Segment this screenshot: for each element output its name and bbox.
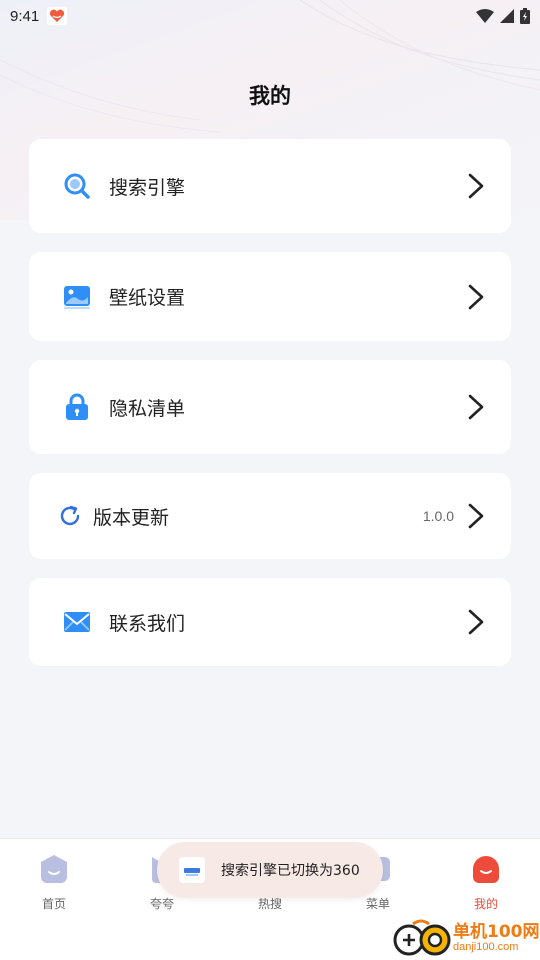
menu-item-label: 隐私清单: [109, 397, 186, 420]
app-notification-icon: [47, 7, 68, 25]
mail-icon: [63, 608, 91, 636]
tab-home[interactable]: 首页: [14, 853, 94, 912]
version-value: 1.0.0: [422, 508, 454, 524]
menu-item-label: 版本更新: [93, 506, 170, 529]
toast-message: 搜索引擎已切换为360: [221, 863, 360, 879]
watermark-logo-icon: [393, 918, 451, 958]
profile-icon: [473, 856, 499, 883]
tab-label: 首页: [41, 897, 66, 911]
signal-icon: [500, 9, 514, 23]
menu-item-wallpaper[interactable]: 壁纸设置: [29, 252, 511, 341]
tab-profile[interactable]: 我的: [446, 853, 526, 912]
wifi-icon: [476, 9, 494, 23]
chevron-right-icon: [468, 173, 484, 199]
refresh-icon: [56, 502, 84, 530]
status-indicators: [476, 8, 530, 24]
wallpaper-icon: [63, 283, 91, 311]
search-icon: [63, 172, 91, 200]
menu-item-search-engine[interactable]: 搜索引擎: [29, 139, 511, 233]
menu-item-label: 壁纸设置: [109, 287, 186, 309]
battery-icon: [520, 8, 530, 24]
chevron-right-icon: [468, 503, 484, 529]
menu-item-contact-us[interactable]: 联系我们: [29, 578, 511, 666]
lock-icon: [63, 393, 91, 421]
watermark-name: 单机100网: [453, 922, 540, 942]
menu-item-label: 搜索引擎: [109, 176, 186, 199]
chevron-right-icon: [468, 394, 484, 420]
chevron-right-icon: [468, 284, 484, 309]
menu-item-label: 联系我们: [109, 612, 186, 635]
page-title: 我的: [249, 84, 291, 108]
menu-item-privacy-list[interactable]: 隐私清单: [29, 360, 511, 454]
tab-label: 我的: [473, 897, 498, 911]
watermark: 单机100网 danji100.com: [393, 916, 540, 960]
home-icon: [41, 855, 67, 883]
toast-notification: 搜索引擎已切换为360: [157, 842, 383, 898]
menu-item-version-update[interactable]: 版本更新 1.0.0: [29, 473, 511, 559]
status-time: 9:41: [10, 7, 40, 25]
watermark-url: danji100.com: [453, 941, 519, 953]
app-icon: [179, 857, 205, 883]
status-bar: 9:41: [0, 0, 540, 32]
chevron-right-icon: [468, 609, 484, 635]
